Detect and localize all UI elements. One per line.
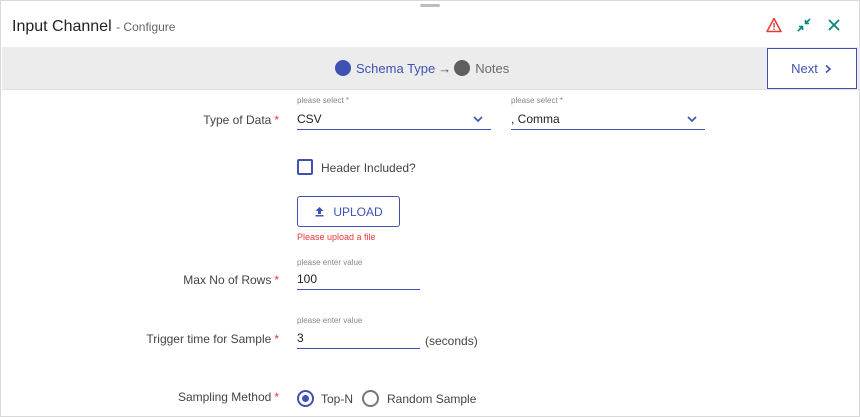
delimiter-select-hint: please select * (511, 96, 564, 105)
max-rows-hint: please enter value (297, 258, 363, 267)
max-rows-label-text: Max No of Rows (183, 273, 272, 287)
dialog-header: Input Channel - Configure (1, 1, 860, 47)
delimiter-select[interactable]: , Comma (511, 108, 705, 130)
dialog-frame: Input Channel - Configure Schema Type → … (0, 0, 860, 417)
warning-icon[interactable] (766, 17, 782, 33)
close-icon[interactable] (826, 17, 842, 33)
sampling-method-label-text: Sampling Method (177, 390, 272, 404)
collapse-icon[interactable] (796, 17, 812, 33)
max-rows-input[interactable]: 100 (297, 268, 420, 290)
dialog-title: Input Channel - Configure (12, 18, 175, 36)
required-marker: * (274, 113, 279, 127)
trigger-time-value: 3 (297, 331, 304, 345)
upload-error-message: Please upload a file (297, 232, 376, 242)
radio-top-n[interactable] (297, 390, 314, 407)
upload-button-label: UPLOAD (333, 204, 383, 219)
delimiter-select-value: , Comma (511, 112, 560, 126)
step-arrow: → (438, 60, 452, 76)
chevron-down-icon (473, 116, 483, 123)
next-button[interactable]: Next (767, 48, 857, 89)
stepper: Schema Type → Notes (335, 59, 509, 77)
required-marker: * (274, 332, 279, 346)
chevron-down-icon (687, 116, 697, 123)
step-schema-type[interactable]: Schema Type (356, 61, 435, 76)
radio-top-n-label: Top-N (321, 392, 354, 406)
required-marker: * (274, 273, 279, 287)
data-type-select-hint: please select * (297, 96, 350, 105)
trigger-time-hint: please enter value (297, 316, 363, 325)
upload-icon (315, 207, 324, 217)
step-notes[interactable]: Notes (475, 61, 509, 76)
dialog-subtitle: - Configure (116, 20, 176, 34)
dialog-title-text: Input Channel (12, 18, 112, 35)
max-rows-label: Max No of Rows * (183, 273, 279, 287)
radio-random-sample-label: Random Sample (387, 392, 477, 406)
trigger-time-label-text: Trigger time for Sample (146, 332, 272, 346)
trigger-time-label: Trigger time for Sample * (146, 332, 279, 346)
trigger-time-unit: (seconds) (425, 334, 478, 348)
header-included-checkbox[interactable] (297, 159, 313, 175)
next-button-label: Next (791, 61, 818, 76)
step-bar: Schema Type → Notes (2, 47, 860, 90)
radio-random-sample[interactable] (362, 390, 379, 407)
type-of-data-label: Type of Data * (203, 113, 279, 127)
step-dot-active (335, 60, 351, 76)
data-type-select-value: CSV (297, 112, 322, 126)
step-dot-inactive (454, 60, 471, 76)
type-of-data-label-text: Type of Data (203, 113, 272, 127)
required-marker: * (274, 390, 279, 404)
upload-button[interactable]: UPLOAD (297, 196, 400, 227)
max-rows-value: 100 (297, 272, 318, 286)
data-type-select[interactable]: CSV (297, 108, 491, 130)
chevron-right-icon (825, 64, 832, 73)
header-included-label: Header Included? (321, 161, 416, 175)
trigger-time-input[interactable]: 3 (297, 327, 420, 349)
sampling-method-label: Sampling Method * (178, 390, 279, 404)
